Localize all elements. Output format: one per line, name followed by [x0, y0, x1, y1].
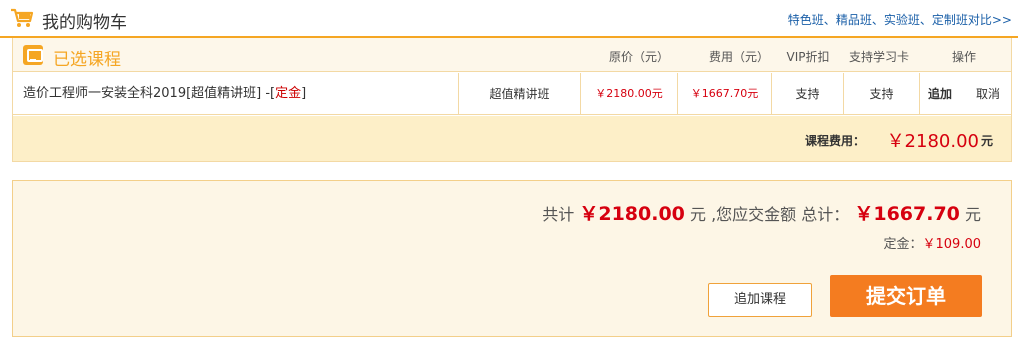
course-vip-support: 支持 [771, 73, 843, 115]
link-separator: 、 [919, 13, 932, 27]
order-summary: 共计 ￥2180.00 元 ,您应交金额 总计： ￥1667.70 元 定金：￥… [12, 180, 1012, 337]
deposit-value: ￥109.00 [922, 237, 982, 252]
course-fee: ￥1667.70元 [677, 73, 771, 115]
class-compare-links: 特色班、精品班、实验班、定制班对比>> [788, 11, 1012, 28]
total-line: 共计 ￥2180.00 元 ,您应交金额 总计： ￥1667.70 元 [542, 199, 981, 226]
course-name: 造价工程师一安装全科2019[超值精讲班] -[定金] [13, 73, 458, 115]
cancel-course-action[interactable]: 取消 [976, 73, 1000, 115]
course-name-prefix: 造价工程师一安装全科2019[超值精讲班] -[ [23, 86, 276, 101]
course-fee-bar: 课程费用： ￥2180.00 元 [13, 116, 1011, 161]
add-course-button[interactable]: 追加课程 [708, 283, 812, 317]
total-value: ￥2180.00 [579, 203, 685, 225]
column-study-card: 支持学习卡 [848, 50, 909, 64]
course-class-type: 超值精讲班 [458, 73, 580, 115]
column-vip-discount: VIP折扣 [786, 50, 830, 64]
link-featured-class[interactable]: 特色班 [788, 13, 824, 27]
course-name-suffix: ] [301, 86, 307, 101]
payable-value: ￥1667.70 [854, 203, 960, 225]
monitor-icon [23, 45, 43, 65]
table-row: 造价工程师一安装全科2019[超值精讲班] -[定金] 超值精讲班 ￥2180.… [13, 73, 1011, 115]
payable-unit: 元 [964, 205, 981, 224]
course-fee-unit: 元 [980, 134, 993, 148]
total-prefix: 共计 [542, 205, 575, 224]
add-course-action[interactable]: 追加 [928, 73, 952, 115]
link-experimental-class[interactable]: 实验班 [884, 13, 920, 27]
link-separator: 、 [823, 13, 836, 27]
deposit-label: 定金： [883, 237, 923, 252]
submit-order-button[interactable]: 提交订单 [830, 275, 982, 317]
course-study-card-support: 支持 [843, 73, 919, 115]
course-deposit-tag: 定金 [275, 86, 302, 101]
table-header: 已选课程 原价（元） 费用（元） VIP折扣 支持学习卡 操作 [13, 38, 1011, 72]
course-original-price: ￥2180.00元 [580, 73, 677, 115]
section-title: 已选课程 [53, 50, 121, 70]
deposit-line: 定金：￥109.00 [883, 233, 981, 252]
selected-courses-table: 已选课程 原价（元） 费用（元） VIP折扣 支持学习卡 操作 造价工程师一安装… [12, 38, 1012, 162]
link-separator: 、 [871, 13, 884, 27]
link-premium-class[interactable]: 精品班 [836, 13, 872, 27]
column-original-price: 原价（元） [608, 50, 669, 64]
course-fee-label: 课程费用： [804, 134, 865, 148]
link-custom-class-compare[interactable]: 定制班对比>> [932, 13, 1012, 27]
page-header: 我的购物车 特色班、精品班、实验班、定制班对比>> [0, 0, 1018, 38]
course-actions: 追加 取消 [919, 73, 1011, 115]
page-title: 我的购物车 [42, 13, 127, 33]
total-mid-text: 元 ,您应交金额 总计： [689, 205, 850, 224]
cart-icon [11, 8, 34, 27]
course-fee-value: ￥2180.00 [886, 131, 979, 152]
column-operation: 操作 [951, 50, 976, 64]
